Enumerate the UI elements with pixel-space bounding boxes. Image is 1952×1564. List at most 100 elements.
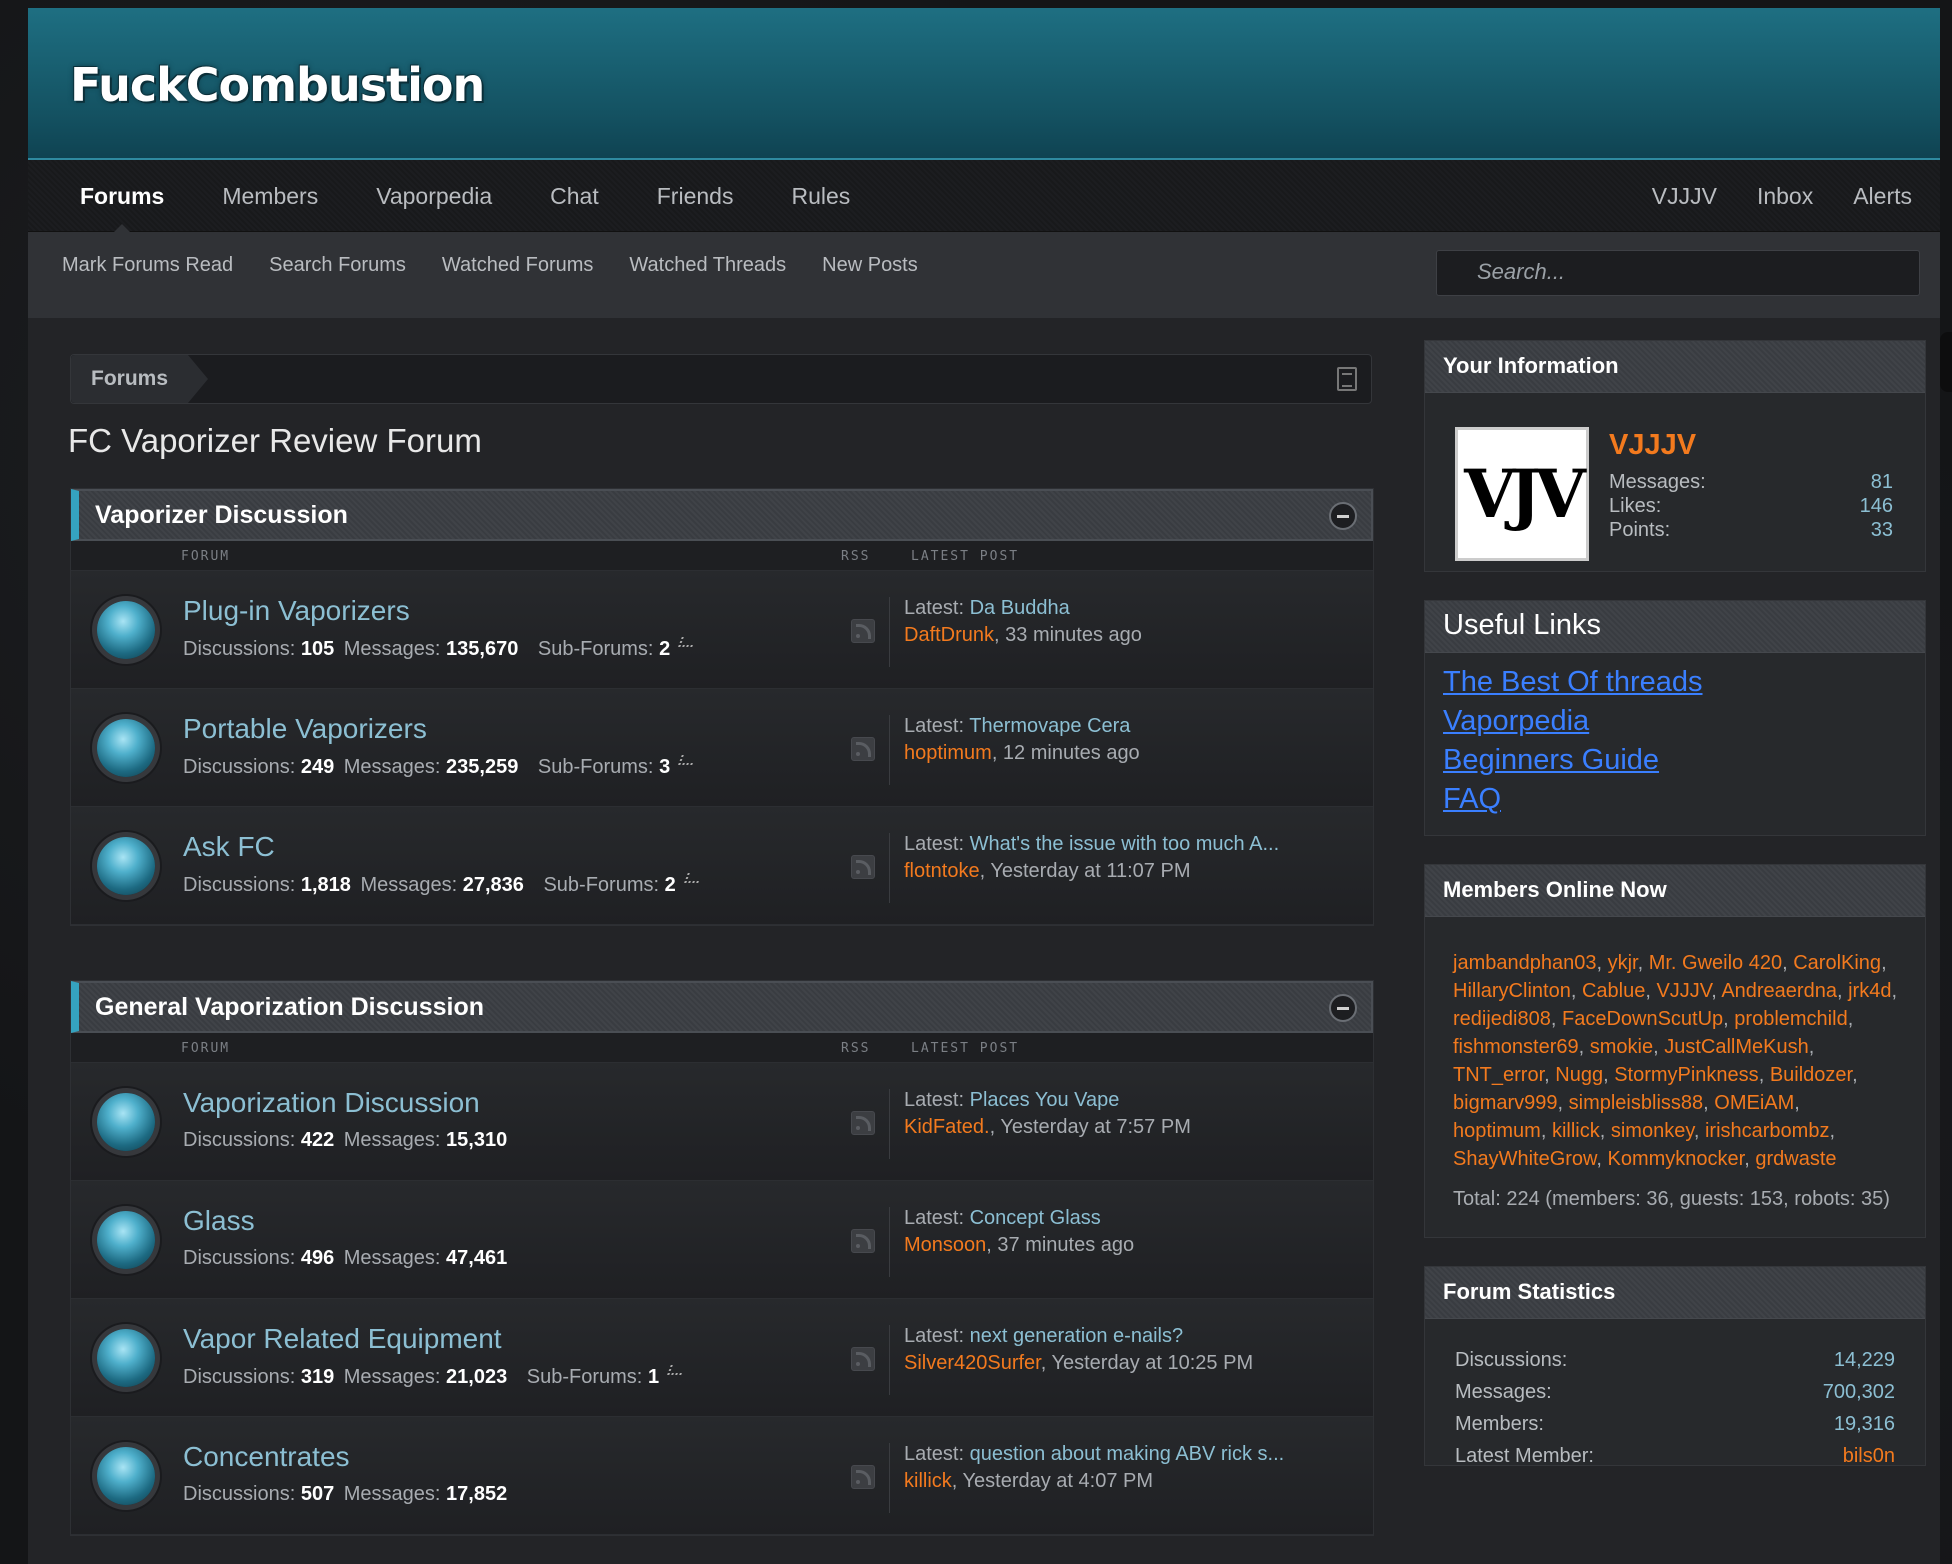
rss-icon[interactable] <box>851 1111 875 1135</box>
member-link[interactable]: TNT_error <box>1453 1064 1544 1086</box>
member-link[interactable]: Nugg <box>1555 1064 1603 1086</box>
member-link[interactable]: FaceDownScutUp <box>1562 1008 1723 1030</box>
forum-title[interactable]: Concentrates <box>183 1441 350 1473</box>
rss-icon[interactable] <box>851 855 875 879</box>
rss-icon[interactable] <box>851 1229 875 1253</box>
latest-post: Latest: What's the issue with too much A… <box>889 833 1279 903</box>
nav-tab-chat[interactable]: Chat <box>550 183 599 210</box>
member-link[interactable]: VJJJV <box>1656 980 1711 1002</box>
member-link[interactable]: grdwaste <box>1755 1148 1836 1170</box>
member-link[interactable]: jambandphan03 <box>1453 952 1596 974</box>
breadcrumb-forums[interactable]: Forums <box>71 355 209 403</box>
useful-link[interactable]: The Best Of threads <box>1443 663 1907 702</box>
rss-icon[interactable] <box>851 737 875 761</box>
member-link[interactable]: CarolKing <box>1793 952 1881 974</box>
watched-threads-link[interactable]: Watched Threads <box>629 254 786 277</box>
forum-title[interactable]: Plug-in Vaporizers <box>183 595 410 627</box>
nav-tab-members[interactable]: Members <box>222 183 318 210</box>
forum-title[interactable]: Glass <box>183 1205 255 1237</box>
latest-thread-link[interactable]: What's the issue with too much A... <box>970 833 1280 855</box>
latest-user-link[interactable]: Monsoon <box>904 1234 986 1256</box>
new-posts-link[interactable]: New Posts <box>822 254 918 277</box>
nav-alerts[interactable]: Alerts <box>1853 183 1912 210</box>
member-link[interactable]: smokie <box>1590 1036 1653 1058</box>
member-link[interactable]: OMEiAM <box>1714 1092 1794 1114</box>
site-logo[interactable]: FuckCombustion <box>70 58 485 112</box>
member-link[interactable]: fishmonster69 <box>1453 1036 1579 1058</box>
member-link[interactable]: StormyPinkness <box>1614 1064 1759 1086</box>
member-link[interactable]: Andreaerdna <box>1721 980 1837 1002</box>
member-link[interactable]: ykjr <box>1608 952 1638 974</box>
member-link[interactable]: problemchild <box>1734 1008 1847 1030</box>
member-link[interactable]: Cablue <box>1582 980 1645 1002</box>
info-row-points: Points: 33 <box>1609 519 1893 541</box>
latest-user-link[interactable]: Silver420Surfer <box>904 1352 1041 1374</box>
rss-icon[interactable] <box>851 1465 875 1489</box>
member-link[interactable]: JustCallMeKush <box>1664 1036 1809 1058</box>
member-link[interactable]: Buildozer <box>1770 1064 1852 1086</box>
subforums-icon[interactable] <box>678 637 697 647</box>
forum-stats: Discussions: 1,818 Messages: 27,836 Sub-… <box>183 873 702 897</box>
latest-user-link[interactable]: flotntoke <box>904 860 980 882</box>
forum-title[interactable]: Portable Vaporizers <box>183 713 427 745</box>
forum-title[interactable]: Ask FC <box>183 831 275 863</box>
col-latest: LATEST POST <box>911 1041 1020 1056</box>
nav-inbox[interactable]: Inbox <box>1757 183 1813 210</box>
forum-title[interactable]: Vapor Related Equipment <box>183 1323 502 1355</box>
latest-thread-link[interactable]: Da Buddha <box>970 597 1070 619</box>
subforums-icon[interactable] <box>667 1365 685 1375</box>
latest-thread-link[interactable]: Places You Vape <box>970 1089 1120 1111</box>
useful-link[interactable]: Vaporpedia <box>1443 702 1907 741</box>
member-link[interactable]: Mr. Gweilo 420 <box>1649 952 1782 974</box>
subforums-icon[interactable] <box>683 873 702 883</box>
member-link[interactable]: Kommyknocker <box>1608 1148 1745 1170</box>
nav-tab-friends[interactable]: Friends <box>657 183 734 210</box>
search-input[interactable]: Search... <box>1436 250 1920 296</box>
nav-tab-vaporpedia[interactable]: Vaporpedia <box>376 183 492 210</box>
latest-thread-link[interactable]: Concept Glass <box>970 1207 1101 1229</box>
nav-account[interactable]: VJJJV <box>1652 183 1717 210</box>
nav-tab-rules[interactable]: Rules <box>791 183 850 210</box>
main-nav: Forums Members Vaporpedia Chat Friends R… <box>28 160 1940 236</box>
rss-icon[interactable] <box>851 1347 875 1371</box>
username-link[interactable]: VJJJV <box>1609 429 1696 462</box>
subforums-icon[interactable] <box>678 755 697 765</box>
useful-link[interactable]: FAQ <box>1443 780 1907 819</box>
collapse-icon[interactable] <box>1329 994 1357 1022</box>
member-link[interactable]: ShayWhiteGrow <box>1453 1148 1596 1170</box>
member-link[interactable]: simonkey <box>1611 1120 1694 1142</box>
member-link[interactable]: killick <box>1552 1120 1600 1142</box>
latest-thread-link[interactable]: Thermovape Cera <box>969 715 1130 737</box>
category-title[interactable]: General Vaporization Discussion <box>95 993 484 1022</box>
member-link[interactable]: jrk4d <box>1848 980 1891 1002</box>
latest-user-link[interactable]: DaftDrunk <box>904 624 994 646</box>
page: FuckCombustion Forums Members Vaporpedia… <box>28 8 1940 1564</box>
member-link[interactable]: hoptimum <box>1453 1120 1541 1142</box>
latest-member-link[interactable]: bils0n <box>1843 1445 1895 1468</box>
latest-user-link[interactable]: KidFated. <box>904 1116 990 1138</box>
member-link[interactable]: HillaryClinton <box>1453 980 1571 1002</box>
member-link[interactable]: irishcarbombz <box>1705 1120 1829 1142</box>
side-panel-handle[interactable] <box>1940 332 1952 392</box>
nav-tab-forums[interactable]: Forums <box>80 183 164 236</box>
latest-user-link[interactable]: hoptimum <box>904 742 992 764</box>
avatar[interactable]: VJV <box>1455 427 1589 561</box>
latest-post: Latest: Concept Glass Monsoon, 37 minute… <box>889 1207 1134 1277</box>
forum-row: Ask FC Discussions: 1,818 Messages: 27,8… <box>71 807 1373 925</box>
breadcrumb-menu-icon[interactable] <box>1337 367 1357 391</box>
member-link[interactable]: bigmarv999 <box>1453 1092 1558 1114</box>
watched-forums-link[interactable]: Watched Forums <box>442 254 594 277</box>
search-forums-link[interactable]: Search Forums <box>269 254 406 277</box>
latest-thread-link[interactable]: question about making ABV rick s... <box>970 1443 1285 1465</box>
forum-title[interactable]: Vaporization Discussion <box>183 1087 480 1119</box>
member-link[interactable]: redijedi808 <box>1453 1008 1551 1030</box>
latest-user-link[interactable]: killick <box>904 1470 952 1492</box>
category-title[interactable]: Vaporizer Discussion <box>95 501 348 530</box>
collapse-icon[interactable] <box>1329 502 1357 530</box>
latest-thread-link[interactable]: next generation e-nails? <box>970 1325 1183 1347</box>
forum-stats: Discussions: 319 Messages: 21,023 Sub-Fo… <box>183 1365 685 1389</box>
member-link[interactable]: simpleisbliss88 <box>1569 1092 1704 1114</box>
rss-icon[interactable] <box>851 619 875 643</box>
mark-forums-read-link[interactable]: Mark Forums Read <box>62 254 233 277</box>
useful-link[interactable]: Beginners Guide <box>1443 741 1907 780</box>
